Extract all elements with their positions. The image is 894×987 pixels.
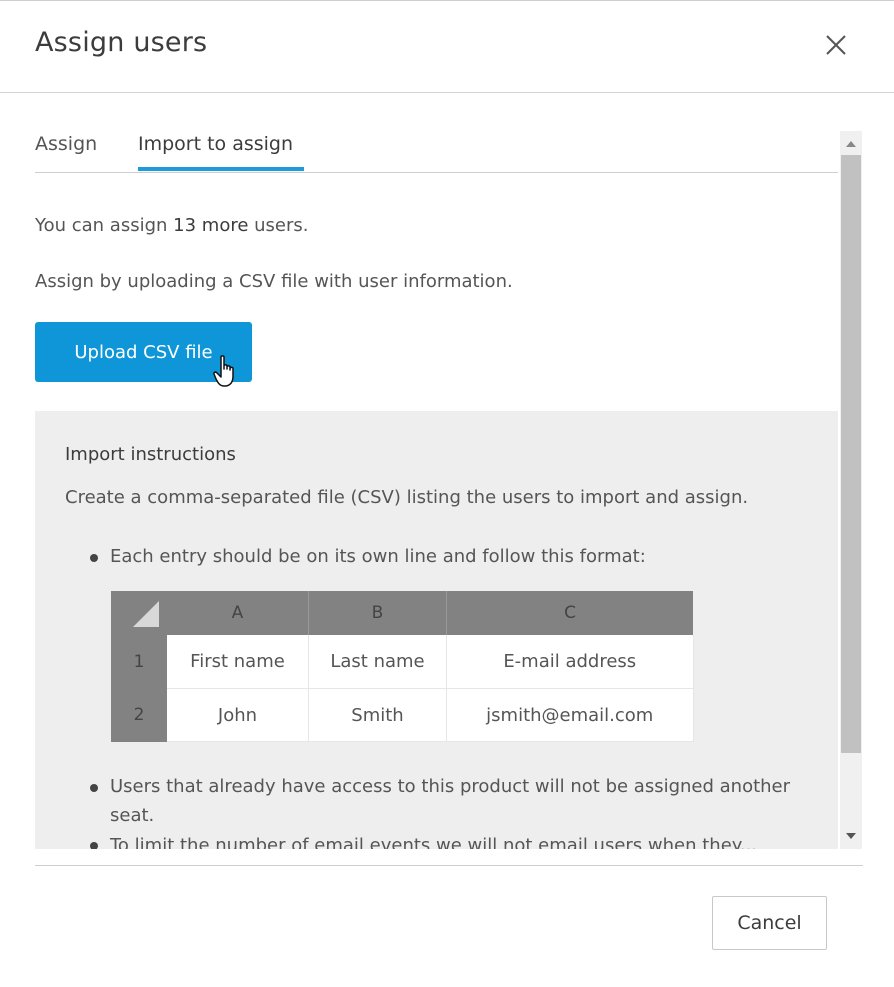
table-cell: Smith xyxy=(308,688,447,742)
bullet-email-limit: To limit the number of email events we w… xyxy=(110,835,758,849)
triangle-down-icon xyxy=(846,833,856,839)
active-tab-indicator xyxy=(138,167,304,171)
table-cell: John xyxy=(167,688,309,742)
column-header-c: C xyxy=(446,591,693,635)
dialog-title: Assign users xyxy=(35,27,208,58)
csv-format-table: A B C 1 First name Last name E-mail addr… xyxy=(111,591,694,742)
bullet-existing-access: Users that already have access to this p… xyxy=(110,776,791,826)
bullet-dot xyxy=(90,554,98,562)
import-instructions-panel: Import instructions Create a comma-separ… xyxy=(35,411,838,849)
row-number: 2 xyxy=(111,688,167,742)
upload-hint: Assign by uploading a CSV file with user… xyxy=(35,271,513,292)
remaining-count: 13 more xyxy=(173,215,249,236)
table-row: 2 John Smith jsmith@email.com xyxy=(111,688,694,742)
table-corner xyxy=(111,591,167,635)
instructions-title: Import instructions xyxy=(65,444,236,465)
footer-divider xyxy=(35,865,863,866)
scroll-down-arrow[interactable] xyxy=(840,825,862,849)
table-cell: E-mail address xyxy=(446,635,694,689)
tab-assign[interactable]: Assign xyxy=(35,133,97,155)
remaining-seats-text: You can assign 13 more users. xyxy=(35,215,309,236)
close-button[interactable] xyxy=(818,28,854,64)
cancel-button[interactable]: Cancel xyxy=(712,896,827,950)
table-cell: First name xyxy=(167,635,309,689)
table-cell: Last name xyxy=(308,635,447,689)
scroll-up-arrow[interactable] xyxy=(840,131,862,155)
bullet-format: Each entry should be on its own line and… xyxy=(110,546,646,567)
table-cell: jsmith@email.com xyxy=(446,688,694,742)
corner-triangle-icon xyxy=(133,601,159,627)
bullet-dot xyxy=(90,842,98,849)
dialog-body[interactable]: Assign Import to assign You can assign 1… xyxy=(35,129,838,849)
assign-users-dialog: Assign users Assign Import to assign You… xyxy=(0,0,894,987)
triangle-up-icon xyxy=(846,141,856,147)
tab-bar: Assign Import to assign xyxy=(35,129,838,173)
tab-import-to-assign[interactable]: Import to assign xyxy=(138,133,293,155)
scroll-thumb[interactable] xyxy=(841,155,861,753)
vertical-scrollbar[interactable] xyxy=(840,131,862,849)
close-icon xyxy=(826,35,846,55)
column-header-a: A xyxy=(167,591,309,635)
hand-cursor-icon xyxy=(213,355,234,387)
bullet-dot xyxy=(90,784,98,792)
column-header-b: B xyxy=(308,591,447,635)
remaining-prefix: You can assign xyxy=(35,215,174,236)
remaining-suffix: users. xyxy=(248,215,309,236)
dialog-header: Assign users xyxy=(0,1,894,93)
row-number: 1 xyxy=(111,635,167,689)
table-row: 1 First name Last name E-mail address xyxy=(111,635,694,689)
instructions-description: Create a comma-separated file (CSV) list… xyxy=(65,487,749,508)
